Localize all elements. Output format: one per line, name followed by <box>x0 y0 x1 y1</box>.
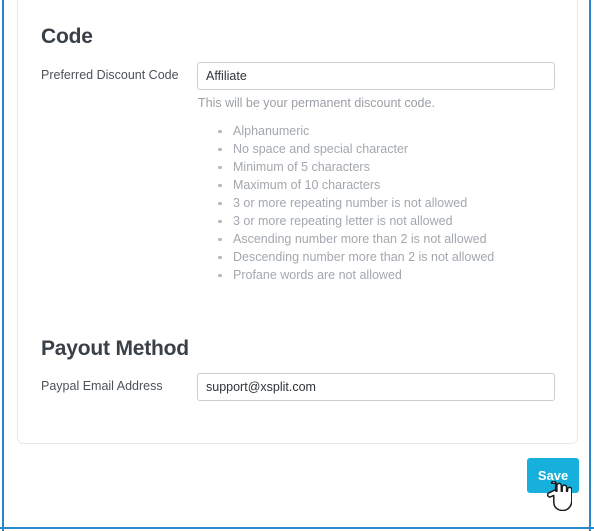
paypal-email-label: Paypal Email Address <box>41 379 163 393</box>
right-accent-rule <box>589 0 591 531</box>
section-heading-payout-method: Payout Method <box>41 337 189 360</box>
list-item: Minimum of 5 characters <box>214 158 494 176</box>
paypal-email-input[interactable] <box>197 373 555 401</box>
bottom-accent-rule <box>0 527 594 529</box>
section-heading-code: Code <box>41 25 93 48</box>
discount-code-rules-list: Alphanumeric No space and special charac… <box>214 122 494 284</box>
list-item: 3 or more repeating number is not allowe… <box>214 194 494 212</box>
list-item: No space and special character <box>214 140 494 158</box>
settings-card-body: Code Preferred Discount Code This will b… <box>18 0 577 443</box>
list-item: Descending number more than 2 is not all… <box>214 248 494 266</box>
discount-code-label: Preferred Discount Code <box>41 68 179 82</box>
list-item: Ascending number more than 2 is not allo… <box>214 230 494 248</box>
left-accent-rule <box>2 0 4 531</box>
list-item: Profane words are not allowed <box>214 266 494 284</box>
discount-code-helper-text: This will be your permanent discount cod… <box>198 96 435 110</box>
list-item: Alphanumeric <box>214 122 494 140</box>
list-item: Maximum of 10 characters <box>214 176 494 194</box>
settings-card: Code Preferred Discount Code This will b… <box>17 0 578 444</box>
save-button[interactable]: Save <box>527 458 579 493</box>
discount-code-input[interactable] <box>197 62 555 90</box>
list-item: 3 or more repeating letter is not allowe… <box>214 212 494 230</box>
